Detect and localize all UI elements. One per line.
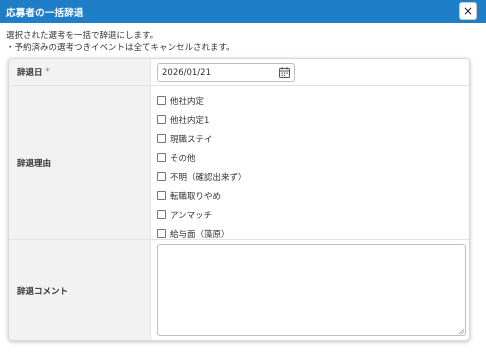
reason-option[interactable]: 不明（確認出来ず） <box>157 167 247 186</box>
comment-label-cell: 辞退コメント <box>9 240 151 340</box>
checkbox[interactable] <box>157 191 166 200</box>
reason-option[interactable]: アンマッチ <box>157 205 247 224</box>
reason-option[interactable]: 転職取りやめ <box>157 186 247 205</box>
checkbox[interactable] <box>157 172 166 181</box>
reason-option-label: 現職ステイ <box>170 134 213 145</box>
close-icon: × <box>462 4 474 18</box>
comment-value-cell <box>151 240 469 340</box>
reason-option-label: アンマッチ <box>170 210 213 221</box>
reason-checkbox-list: 他社内定 他社内定1 現職ステイ その他 不明（確認出来ず） 転職取りやめ アン… <box>157 91 247 243</box>
dialog-title: 応募者の一括辞退 <box>6 7 84 19</box>
intro-text: 選択された選考を一括で辞退にします。 ・予約済みの選考つきイベントは全てキャンセ… <box>6 30 235 54</box>
form-panel: 辞退日 * 2026/01/21 辞退理由 他社内定 他社内定1 現職ステイ そ… <box>8 58 470 341</box>
date-label-cell: 辞退日 * <box>9 59 151 85</box>
reason-value-cell: 他社内定 他社内定1 現職ステイ その他 不明（確認出来ず） 転職取りやめ アン… <box>151 86 469 240</box>
reason-option[interactable]: 現職ステイ <box>157 129 247 148</box>
date-value: 2026/01/21 <box>162 67 211 78</box>
resize-grip-icon[interactable] <box>458 328 465 335</box>
reason-option[interactable]: 他社内定 <box>157 91 247 110</box>
reason-row: 辞退理由 他社内定 他社内定1 現職ステイ その他 不明（確認出来ず） 転職取り… <box>9 86 469 240</box>
dialog-titlebar: 応募者の一括辞退 × <box>0 0 486 23</box>
reason-label: 辞退理由 <box>17 158 52 169</box>
reason-option[interactable]: 他社内定1 <box>157 110 247 129</box>
close-button[interactable]: × <box>459 2 477 20</box>
reason-option-label: 給与面（藻原） <box>170 229 230 240</box>
comment-textarea[interactable] <box>157 244 466 336</box>
date-row: 辞退日 * 2026/01/21 <box>9 59 469 86</box>
date-value-cell: 2026/01/21 <box>151 59 469 85</box>
date-label: 辞退日 <box>17 68 43 78</box>
reason-option-label: 他社内定 <box>170 96 205 107</box>
required-mark: * <box>45 67 50 77</box>
reason-option-label: その他 <box>170 153 196 164</box>
checkbox[interactable] <box>157 134 166 143</box>
checkbox[interactable] <box>157 153 166 162</box>
date-input[interactable]: 2026/01/21 <box>157 63 295 82</box>
reason-label-cell: 辞退理由 <box>9 86 151 239</box>
checkbox[interactable] <box>157 210 166 219</box>
checkbox[interactable] <box>157 96 166 105</box>
reason-option-label: 他社内定1 <box>170 115 210 126</box>
intro-line-2: ・予約済みの選考つきイベントは全てキャンセルされます。 <box>6 43 235 53</box>
reason-option-label: 不明（確認出来ず） <box>170 172 247 183</box>
intro-line-1: 選択された選考を一括で辞退にします。 <box>6 31 159 41</box>
checkbox[interactable] <box>157 229 166 238</box>
comment-label: 辞退コメント <box>17 286 69 297</box>
checkbox[interactable] <box>157 115 166 124</box>
reason-option-label: 転職取りやめ <box>170 191 222 202</box>
calendar-icon[interactable] <box>279 67 290 78</box>
reason-option[interactable]: その他 <box>157 148 247 167</box>
comment-row: 辞退コメント <box>9 240 469 340</box>
